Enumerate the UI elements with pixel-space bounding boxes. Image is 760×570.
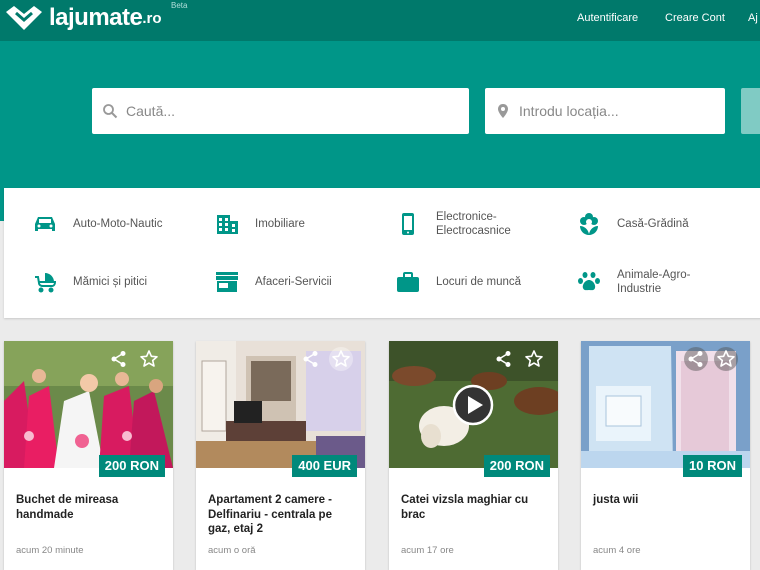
top-bar: lajumate .ro Beta Autentificare Creare Co…: [0, 0, 760, 41]
listing-time: acum 4 ore: [593, 545, 641, 556]
share-button[interactable]: [299, 347, 323, 371]
share-button[interactable]: [684, 347, 708, 371]
star-icon: [525, 350, 543, 367]
category-label: Mămici și pitici: [73, 276, 148, 288]
category-animale-agro[interactable]: Animale-Agro- Industrie: [576, 267, 691, 297]
listing-photo[interactable]: [4, 341, 173, 468]
price-badge: 200 RON: [483, 455, 550, 477]
category-label: Animale-Agro- Industrie: [617, 269, 691, 295]
category-label: Locuri de muncă: [436, 276, 522, 288]
logo-tld: .ro: [142, 9, 162, 27]
category-auto-moto-nautic[interactable]: Auto-Moto-Nautic: [32, 209, 162, 239]
store-icon: [216, 272, 238, 292]
search-button[interactable]: [741, 88, 760, 134]
site-logo[interactable]: lajumate .ro: [4, 3, 162, 33]
category-label: Auto-Moto-Nautic: [73, 218, 163, 230]
search-icon: [103, 104, 118, 119]
favorite-button[interactable]: [137, 347, 161, 371]
phone-icon: [402, 213, 414, 235]
register-link[interactable]: Creare Cont: [665, 12, 725, 24]
favorite-button[interactable]: [329, 347, 353, 371]
category-label: Electronice- Electrocasnice: [436, 211, 511, 237]
favorite-button[interactable]: [714, 347, 738, 371]
paw-icon: [578, 272, 600, 291]
handshake-logo-icon: [6, 6, 42, 30]
listing-title[interactable]: justa wii: [593, 493, 741, 508]
listing-title[interactable]: Buchet de mireasa handmade: [16, 493, 164, 522]
category-mamici-pitici[interactable]: Mămici și pitici: [32, 267, 147, 297]
listing-title[interactable]: Catei vizsla maghiar cu brac: [401, 493, 549, 522]
share-button[interactable]: [492, 347, 516, 371]
share-icon: [111, 351, 126, 367]
location-input[interactable]: [519, 103, 711, 119]
price-badge: 400 EUR: [292, 455, 357, 477]
location-pin-icon: [498, 104, 508, 118]
category-locuri-munca[interactable]: Locuri de muncă: [395, 267, 521, 297]
price-badge: 10 RON: [683, 455, 742, 477]
briefcase-icon: [397, 272, 419, 292]
listing-card[interactable]: 10 RON justa wii acum 4 ore: [581, 341, 750, 570]
building-icon: [217, 215, 238, 234]
category-label: Imobiliare: [255, 218, 305, 230]
play-video-icon[interactable]: [452, 384, 494, 426]
search-input[interactable]: [126, 103, 428, 119]
category-electronice[interactable]: Electronice- Electrocasnice: [395, 209, 511, 239]
share-icon: [688, 351, 703, 367]
listing-title[interactable]: Apartament 2 camere - Delfinariu - centr…: [208, 493, 356, 537]
star-icon: [140, 350, 158, 367]
listing-photo[interactable]: [389, 341, 558, 468]
logo-text: lajumate: [49, 4, 143, 31]
category-afaceri-servicii[interactable]: Afaceri-Servicii: [214, 267, 332, 297]
star-icon: [717, 350, 735, 367]
listing-time: acum 17 ore: [401, 545, 454, 556]
help-link[interactable]: Aj: [748, 12, 758, 24]
search-field[interactable]: [92, 88, 469, 134]
category-label: Casă-Grădină: [617, 218, 689, 230]
price-badge: 200 RON: [98, 455, 165, 477]
listing-photo[interactable]: [196, 341, 365, 468]
share-button[interactable]: [107, 347, 131, 371]
share-icon: [496, 351, 511, 367]
favorite-button[interactable]: [522, 347, 546, 371]
beta-label: Beta: [171, 1, 188, 10]
listing-photo[interactable]: [581, 341, 750, 468]
listing-time: acum 20 minute: [16, 545, 84, 556]
login-link[interactable]: Autentificare: [577, 12, 638, 24]
flower-icon: [580, 213, 598, 235]
location-field[interactable]: [485, 88, 725, 134]
category-label: Afaceri-Servicii: [255, 276, 332, 288]
listing-card[interactable]: 200 RON Buchet de mireasa handmade acum …: [4, 341, 173, 570]
listing-card[interactable]: 200 RON Catei vizsla maghiar cu brac acu…: [389, 341, 558, 570]
category-imobiliare[interactable]: Imobiliare: [214, 209, 305, 239]
listing-time: acum o oră: [208, 545, 256, 556]
listing-card[interactable]: 400 EUR Apartament 2 camere - Delfinariu…: [196, 341, 365, 570]
star-icon: [332, 350, 350, 367]
category-casa-gradina[interactable]: Casă-Grădină: [576, 209, 689, 239]
stroller-icon: [35, 273, 57, 293]
car-icon: [35, 217, 55, 231]
categories-panel: Auto-Moto-Nautic Imobiliare Electronice-…: [4, 188, 760, 318]
share-icon: [303, 351, 318, 367]
